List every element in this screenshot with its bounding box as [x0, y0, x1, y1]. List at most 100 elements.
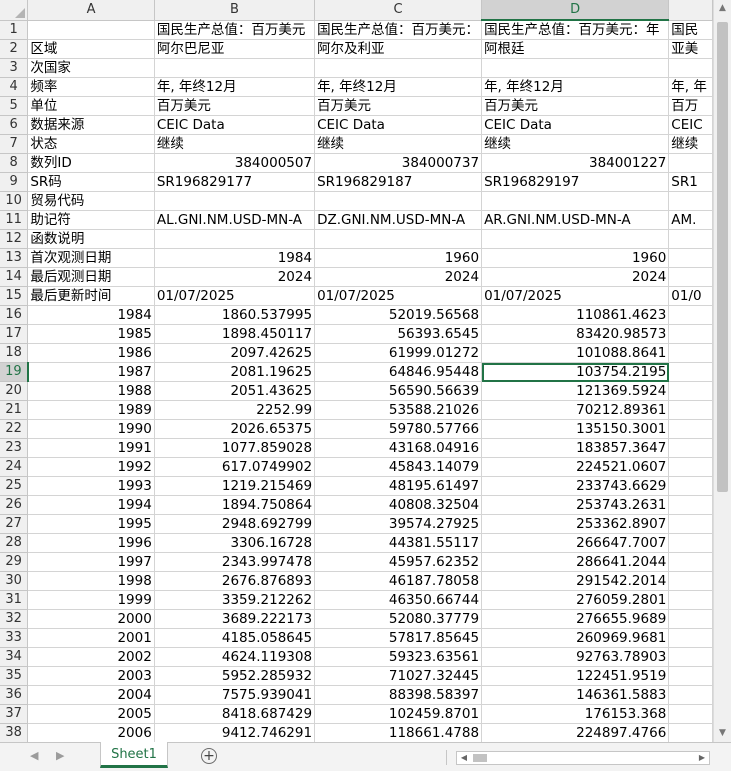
cell-e1[interactable]: 国民 — [668, 20, 713, 40]
next-sheet-icon[interactable]: ▶ — [56, 749, 64, 762]
row-header[interactable]: 24 — [0, 457, 29, 477]
cell-d10[interactable] — [481, 191, 670, 211]
row-header[interactable]: 3 — [0, 58, 29, 78]
prev-sheet-icon[interactable]: ◀ — [30, 749, 38, 762]
cell-d1[interactable]: 国民生产总值：百万美元：年 — [481, 20, 670, 40]
cell-a3[interactable]: 次国家 — [27, 58, 155, 78]
cell-e15[interactable]: 01/0 — [668, 286, 713, 306]
cell-c10[interactable] — [314, 191, 483, 211]
sheet-tab-sheet1[interactable]: Sheet1 — [100, 742, 168, 768]
cell-c28[interactable]: 44381.55117 — [314, 533, 483, 553]
scroll-up-icon[interactable]: ▲ — [714, 0, 731, 17]
cell-c26[interactable]: 40808.32504 — [314, 495, 483, 515]
cell-b4[interactable]: 年, 年终12月 — [154, 77, 316, 97]
cell-d4[interactable]: 年, 年终12月 — [481, 77, 670, 97]
cell-e27[interactable] — [668, 514, 713, 534]
cell-b17[interactable]: 1898.450117 — [154, 324, 316, 344]
cell-c20[interactable]: 56590.56639 — [314, 381, 483, 401]
cell-a23[interactable]: 1991 — [27, 438, 155, 458]
cell-d14[interactable]: 2024 — [481, 267, 670, 287]
cell-b12[interactable] — [154, 229, 316, 249]
cell-e29[interactable] — [668, 552, 713, 572]
cell-c38[interactable]: 118661.4788 — [314, 723, 483, 742]
column-header-c[interactable]: C — [314, 0, 483, 21]
cell-c13[interactable]: 1960 — [314, 248, 483, 268]
cell-c7[interactable]: 继续 — [314, 134, 483, 154]
cell-e8[interactable] — [668, 153, 713, 173]
cell-d13[interactable]: 1960 — [481, 248, 670, 268]
cell-b35[interactable]: 5952.285932 — [154, 666, 316, 686]
row-header[interactable]: 1 — [0, 20, 29, 40]
cell-a28[interactable]: 1996 — [27, 533, 155, 553]
cell-a21[interactable]: 1989 — [27, 400, 155, 420]
row-header[interactable]: 38 — [0, 723, 29, 742]
cell-e32[interactable] — [668, 609, 713, 629]
cell-c12[interactable] — [314, 229, 483, 249]
cell-e9[interactable]: SR1 — [668, 172, 713, 192]
cell-e12[interactable] — [668, 229, 713, 249]
cell-b2[interactable]: 阿尔巴尼亚 — [154, 39, 316, 59]
cell-d29[interactable]: 286641.2044 — [481, 552, 670, 572]
cell-e17[interactable] — [668, 324, 713, 344]
cell-c3[interactable] — [314, 58, 483, 78]
vertical-scroll-thumb[interactable] — [717, 22, 728, 492]
cell-a38[interactable]: 2006 — [27, 723, 155, 742]
cell-d27[interactable]: 253362.8907 — [481, 514, 670, 534]
column-header-a[interactable]: A — [27, 0, 155, 21]
row-header[interactable]: 31 — [0, 590, 29, 610]
cell-e22[interactable] — [668, 419, 713, 439]
cell-a20[interactable]: 1988 — [27, 381, 155, 401]
cell-b30[interactable]: 2676.876893 — [154, 571, 316, 591]
cell-d21[interactable]: 70212.89361 — [481, 400, 670, 420]
cell-e16[interactable] — [668, 305, 713, 325]
horizontal-scrollbar[interactable]: ◀ ▶ — [456, 751, 710, 765]
row-header[interactable]: 13 — [0, 248, 29, 268]
cell-e3[interactable] — [668, 58, 713, 78]
cell-d6[interactable]: CEIC Data — [481, 115, 670, 135]
cell-a18[interactable]: 1986 — [27, 343, 155, 363]
cell-b24[interactable]: 617.0749902 — [154, 457, 316, 477]
cell-c33[interactable]: 57817.85645 — [314, 628, 483, 648]
cell-e2[interactable]: 亚美 — [668, 39, 713, 59]
cell-b8[interactable]: 384000507 — [154, 153, 316, 173]
row-header[interactable]: 12 — [0, 229, 29, 249]
cell-c34[interactable]: 59323.63561 — [314, 647, 483, 667]
cell-e31[interactable] — [668, 590, 713, 610]
cell-a37[interactable]: 2005 — [27, 704, 155, 724]
cell-a24[interactable]: 1992 — [27, 457, 155, 477]
row-header[interactable]: 28 — [0, 533, 29, 553]
cell-b34[interactable]: 4624.119308 — [154, 647, 316, 667]
cell-e13[interactable] — [668, 248, 713, 268]
cell-b9[interactable]: SR196829177 — [154, 172, 316, 192]
cell-e11[interactable]: AM. — [668, 210, 713, 230]
cell-a17[interactable]: 1985 — [27, 324, 155, 344]
cell-b1[interactable]: 国民生产总值：百万美元 — [154, 20, 316, 40]
cell-d2[interactable]: 阿根廷 — [481, 39, 670, 59]
cell-a14[interactable]: 最后观测日期 — [27, 267, 155, 287]
row-header[interactable]: 33 — [0, 628, 29, 648]
cell-e14[interactable] — [668, 267, 713, 287]
cell-e34[interactable] — [668, 647, 713, 667]
cell-e4[interactable]: 年, 年 — [668, 77, 713, 97]
cell-c8[interactable]: 384000737 — [314, 153, 483, 173]
cell-d26[interactable]: 253743.2631 — [481, 495, 670, 515]
cell-b37[interactable]: 8418.687429 — [154, 704, 316, 724]
cell-d9[interactable]: SR196829197 — [481, 172, 670, 192]
cell-c23[interactable]: 43168.04916 — [314, 438, 483, 458]
cell-d36[interactable]: 146361.5883 — [481, 685, 670, 705]
cell-e37[interactable] — [668, 704, 713, 724]
cell-b15[interactable]: 01/07/2025 — [154, 286, 316, 306]
cell-c15[interactable]: 01/07/2025 — [314, 286, 483, 306]
row-header[interactable]: 17 — [0, 324, 29, 344]
cell-b6[interactable]: CEIC Data — [154, 115, 316, 135]
cell-b11[interactable]: AL.GNI.NM.USD-MN-A — [154, 210, 316, 230]
cell-a11[interactable]: 助记符 — [27, 210, 155, 230]
cell-b31[interactable]: 3359.212262 — [154, 590, 316, 610]
cell-e19[interactable] — [668, 362, 713, 382]
cell-c19[interactable]: 64846.95448 — [314, 362, 483, 382]
cell-b32[interactable]: 3689.222173 — [154, 609, 316, 629]
cell-a8[interactable]: 数列ID — [27, 153, 155, 173]
cell-c25[interactable]: 48195.61497 — [314, 476, 483, 496]
row-header[interactable]: 26 — [0, 495, 29, 515]
cell-d30[interactable]: 291542.2014 — [481, 571, 670, 591]
